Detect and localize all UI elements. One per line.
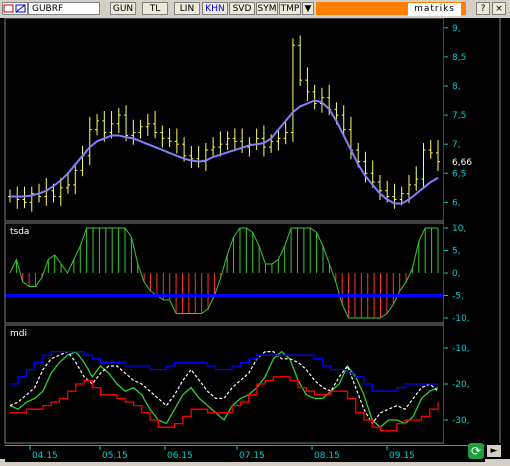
time-label: 07.15 xyxy=(239,451,265,461)
price-y-label: 9, xyxy=(452,24,461,34)
mdi-y-label: -10, xyxy=(452,344,470,354)
last-price-label: 6,66 xyxy=(452,158,472,168)
mdi-y-label: -20, xyxy=(452,380,470,390)
symbol-field[interactable]: GUBRF xyxy=(28,2,100,15)
tsda-pane[interactable] xyxy=(4,222,445,324)
time-label: 08.15 xyxy=(314,451,340,461)
price-y-label: 6, xyxy=(452,198,461,208)
refresh-icon[interactable]: ⟳ xyxy=(468,443,484,459)
tsda-title: tsda xyxy=(10,227,29,237)
toolbar: GUBRF GUN TL LIN KHN SVD SYM TMP ▼ matri… xyxy=(0,0,510,19)
khn-button[interactable]: KHN xyxy=(202,2,228,15)
chart-panel: 9, 8,5 8, 7,5 7, 6,5 6, 10, 5, 0, -5, -10, -10, -20, -… xyxy=(0,17,510,462)
brand-bar: matriks xyxy=(316,2,466,16)
brand-logo: matriks xyxy=(408,3,461,16)
sym-button[interactable]: SYM xyxy=(256,2,278,15)
svd-button[interactable]: SVD xyxy=(229,2,255,15)
time-label: 09.15 xyxy=(389,451,415,461)
close-button[interactable]: × xyxy=(492,2,506,15)
time-axis-canvas: 04.15 05.15 06.15 07.15 08.15 09.15 xyxy=(29,446,415,461)
price-y-label: 7,5 xyxy=(452,111,466,121)
scroll-right-icon[interactable]: ► xyxy=(487,445,501,457)
tsda-y-label: 5, xyxy=(452,247,461,257)
gun-button[interactable]: GUN xyxy=(110,2,136,15)
dropdown-arrow-icon[interactable]: ▼ xyxy=(302,2,314,15)
lin-button[interactable]: LIN xyxy=(174,2,200,15)
time-axis: 04.15 05.15 06.15 07.15 08.15 09.15 xyxy=(5,445,485,462)
time-label: 05.15 xyxy=(102,451,128,461)
tsda-y-label: 0, xyxy=(452,269,461,279)
help-button[interactable]: ? xyxy=(476,2,490,15)
mdi-y-label: -30, xyxy=(452,416,470,426)
time-label: 06.15 xyxy=(167,451,193,461)
tsda-y-label: 10, xyxy=(452,224,466,234)
price-y-label: 7, xyxy=(452,140,461,150)
price-y-label: 8, xyxy=(452,82,461,92)
chart-canvas: 9, 8,5 8, 7,5 7, 6,5 6, 10, 5, 0, -5, -10, -10, -20, -… xyxy=(4,17,504,444)
chart-type-icon[interactable] xyxy=(2,2,28,15)
tsda-y-label: -10, xyxy=(452,314,470,324)
price-y-label: 8,5 xyxy=(452,53,466,63)
tsda-y-label: -5, xyxy=(452,292,464,302)
mdi-title: mdi xyxy=(10,329,27,339)
tl-button[interactable]: TL xyxy=(142,2,168,15)
price-y-label: 6,5 xyxy=(452,169,466,179)
time-label: 04.15 xyxy=(32,451,58,461)
tmp-button[interactable]: TMP xyxy=(279,2,301,15)
